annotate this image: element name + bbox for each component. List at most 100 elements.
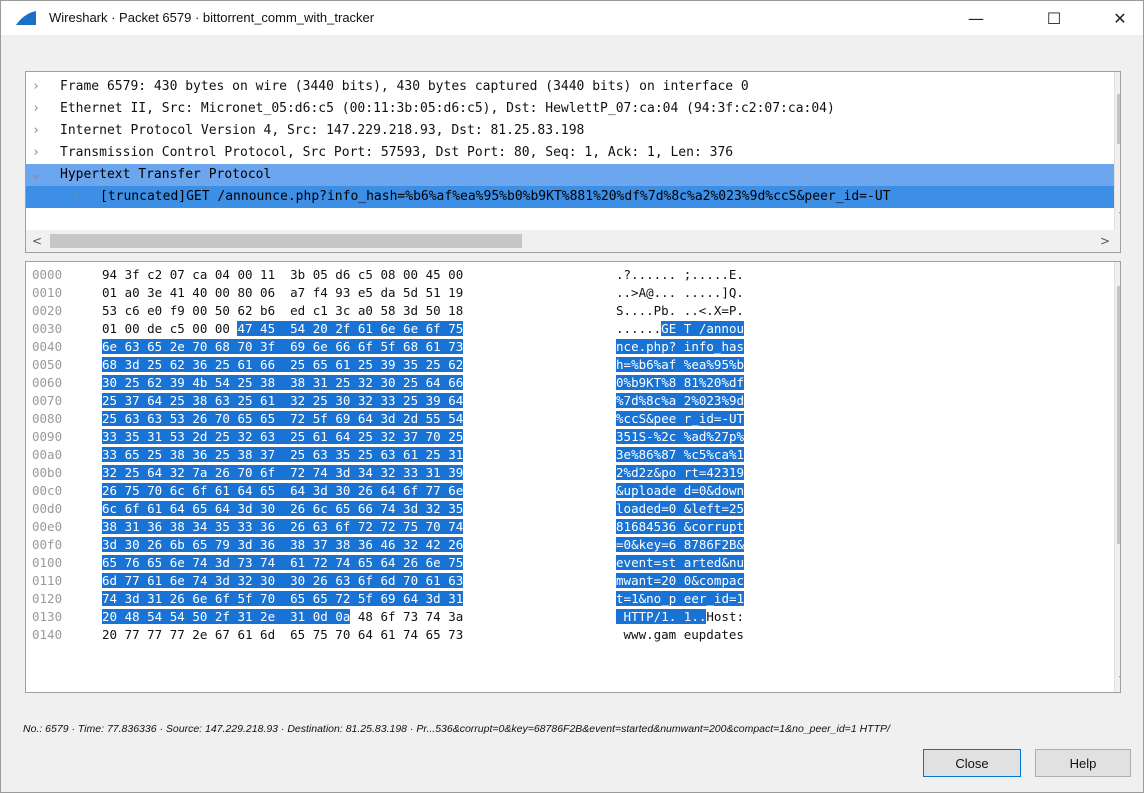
hex-offset: 0130: [32, 609, 63, 624]
hex-bytes[interactable]: 20 77 77 77 2e 67 61 6d 65 75 70 64 61 7…: [102, 626, 463, 643]
title-bar: Wireshark · Packet 6579 · bittorrent_com…: [1, 1, 1143, 35]
hex-offset: 0090: [32, 429, 63, 444]
hex-offset: 00a0: [32, 447, 63, 462]
chevron-right-icon[interactable]: ›: [30, 98, 42, 120]
hex-bytes[interactable]: 32 25 64 32 7a 26 70 6f 72 74 3d 34 32 3…: [102, 464, 464, 481]
hex-bytes[interactable]: 65 76 65 6e 74 3d 73 74 61 72 74 65 64 2…: [102, 554, 464, 571]
hex-bytes[interactable]: 74 3d 31 26 6e 6f 5f 70 65 65 72 5f 69 6…: [102, 590, 464, 607]
hex-bytes[interactable]: 6d 77 61 6e 74 3d 32 30 30 26 63 6f 6d 7…: [102, 572, 464, 589]
hex-ascii[interactable]: mwant=20 0&compac: [616, 572, 745, 589]
hex-ascii[interactable]: 81684536 &corrupt: [616, 518, 745, 535]
chevron-right-icon[interactable]: ›: [30, 120, 42, 142]
chevron-right-icon[interactable]: ›: [30, 76, 42, 98]
scroll-thumb[interactable]: [1117, 286, 1120, 544]
scroll-left-icon[interactable]: <: [32, 234, 42, 248]
hex-ascii[interactable]: event=st arted&nu: [616, 554, 745, 571]
hex-ascii[interactable]: 0%b9KT%8 81%20%df: [616, 374, 745, 391]
bytes-vertical-scrollbar[interactable]: ^ v: [1114, 262, 1120, 692]
hex-ascii[interactable]: loaded=0 &left=25: [616, 500, 745, 517]
tree-item-label: Frame 6579: 430 bytes on wire (3440 bits…: [60, 79, 749, 94]
hex-offset: 0080: [32, 411, 63, 426]
hex-ascii[interactable]: t=1&no_p eer_id=1: [616, 590, 745, 607]
scroll-up-icon[interactable]: ^: [1119, 266, 1120, 280]
hex-offset: 0110: [32, 573, 63, 588]
hex-ascii[interactable]: .?...... ;.....E.: [616, 266, 744, 283]
hex-ascii[interactable]: %7d%8c%a 2%023%9d: [616, 392, 745, 409]
tree-item-label: Transmission Control Protocol, Src Port:…: [60, 145, 734, 160]
tree-item-label: Ethernet II, Src: Micronet_05:d6:c5 (00:…: [60, 101, 835, 116]
wireshark-fin-icon: [16, 11, 36, 25]
close-window-button[interactable]: ✕: [1097, 1, 1143, 35]
hex-bytes[interactable]: 94 3f c2 07 ca 04 00 11 3b 05 d6 c5 08 0…: [102, 266, 463, 283]
tree-item[interactable]: › Ethernet II, Src: Micronet_05:d6:c5 (00…: [26, 98, 1114, 120]
scroll-thumb[interactable]: [50, 234, 522, 248]
hex-bytes[interactable]: 6c 6f 61 64 65 64 3d 30 26 6c 65 66 74 3…: [102, 500, 464, 517]
hex-offset: 00c0: [32, 483, 63, 498]
hex-ascii[interactable]: ......GE T /annou: [616, 320, 744, 337]
hex-ascii[interactable]: ..>A@... .....]Q.: [616, 284, 744, 301]
scroll-thumb[interactable]: [1117, 94, 1120, 144]
hex-offset: 0140: [32, 627, 63, 642]
tree-item[interactable]: › Frame 6579: 430 bytes on wire (3440 bit…: [26, 76, 1114, 98]
hex-bytes[interactable]: 53 c6 e0 f9 00 50 62 b6 ed c1 3c a0 58 3…: [102, 302, 463, 319]
chevron-right-icon[interactable]: ›: [30, 142, 42, 164]
hex-offset: 0070: [32, 393, 63, 408]
hex-bytes[interactable]: 26 75 70 6c 6f 61 64 65 64 3d 30 26 64 6…: [102, 482, 464, 499]
hex-ascii[interactable]: HTTP/1. 1..Host:: [616, 608, 744, 625]
hex-offset: 0030: [32, 321, 63, 336]
hex-bytes[interactable]: 01 00 de c5 00 00 47 45 54 20 2f 61 6e 6…: [102, 320, 464, 337]
packet-bytes-pane[interactable]: 0000 94 3f c2 07 ca 04 00 11 3b 05 d6 c5 …: [25, 261, 1121, 693]
packet-detail-tree[interactable]: › Frame 6579: 430 bytes on wire (3440 bit…: [25, 71, 1121, 253]
hex-bytes[interactable]: 33 65 25 38 36 25 38 37 25 63 35 25 63 6…: [102, 446, 464, 463]
hex-bytes[interactable]: 01 a0 3e 41 40 00 80 06 a7 f4 93 e5 da 5…: [102, 284, 463, 301]
hex-ascii[interactable]: www.gam eupdates: [616, 626, 744, 643]
tree-item[interactable]: › [truncated]GET /announce.php?info_hash=…: [26, 186, 1114, 208]
hex-ascii[interactable]: nce.php? info_has: [616, 338, 745, 355]
tree-item[interactable]: ⌄ Hypertext Transfer Protocol: [26, 164, 1114, 186]
hex-ascii[interactable]: S....Pb. ..<.X=P.: [616, 302, 744, 319]
hex-offset: 0100: [32, 555, 63, 570]
scroll-down-icon[interactable]: v: [1119, 208, 1120, 222]
hex-bytes[interactable]: 25 63 63 53 26 70 65 65 72 5f 69 64 3d 2…: [102, 410, 464, 427]
hex-bytes[interactable]: 38 31 36 38 34 35 33 36 26 63 6f 72 72 7…: [102, 518, 464, 535]
hex-bytes[interactable]: 3d 30 26 6b 65 79 3d 36 38 37 38 36 46 3…: [102, 536, 464, 553]
hex-offset: 0040: [32, 339, 63, 354]
close-button[interactable]: Close: [923, 749, 1021, 777]
packet-summary-status: No.: 6579 · Time: 77.836336 · Source: 14…: [23, 723, 890, 735]
hex-offset: 00e0: [32, 519, 63, 534]
hex-bytes[interactable]: 68 3d 25 62 36 25 61 66 25 65 61 25 39 3…: [102, 356, 464, 373]
tree-item[interactable]: › Internet Protocol Version 4, Src: 147.2…: [26, 120, 1114, 142]
hex-bytes[interactable]: 33 35 31 53 2d 25 32 63 25 61 64 25 32 3…: [102, 428, 464, 445]
tree-item-label: Hypertext Transfer Protocol: [60, 167, 272, 182]
scroll-right-icon[interactable]: >: [1100, 234, 1110, 248]
hex-offset: 0020: [32, 303, 63, 318]
hex-ascii[interactable]: 3e%86%87 %c5%ca%1: [616, 446, 745, 463]
minimize-button[interactable]: —: [953, 1, 999, 35]
hex-bytes[interactable]: 25 37 64 25 38 63 25 61 32 25 30 32 33 2…: [102, 392, 464, 409]
chevron-right-icon[interactable]: ›: [70, 186, 82, 208]
hex-ascii[interactable]: %ccS&pee r_id=-UT: [616, 410, 745, 427]
hex-offset: 0000: [32, 267, 63, 282]
maximize-button[interactable]: ☐: [1031, 1, 1077, 35]
hex-ascii[interactable]: &uploade d=0&down: [616, 482, 745, 499]
hex-offset: 0120: [32, 591, 63, 606]
hex-ascii[interactable]: h=%b6%af %ea%95%b: [616, 356, 745, 373]
hex-ascii[interactable]: 2%d2z&po rt=42319: [616, 464, 745, 481]
hex-bytes[interactable]: 6e 63 65 2e 70 68 70 3f 69 6e 66 6f 5f 6…: [102, 338, 464, 355]
hex-offset: 0010: [32, 285, 63, 300]
chevron-down-icon[interactable]: ⌄: [30, 164, 42, 186]
tree-item[interactable]: › Transmission Control Protocol, Src Port…: [26, 142, 1114, 164]
tree-item-label: [truncated]GET /announce.php?info_hash=%…: [100, 189, 891, 204]
tree-horizontal-scrollbar[interactable]: < >: [26, 230, 1120, 252]
hex-ascii[interactable]: 351S-%2c %ad%27p%: [616, 428, 745, 445]
hex-offset: 00d0: [32, 501, 63, 516]
help-button[interactable]: Help: [1035, 749, 1131, 777]
hex-bytes[interactable]: 30 25 62 39 4b 54 25 38 38 31 25 32 30 2…: [102, 374, 464, 391]
tree-vertical-scrollbar[interactable]: ^ v: [1114, 72, 1120, 230]
scroll-down-icon[interactable]: v: [1119, 672, 1120, 686]
scroll-up-icon[interactable]: ^: [1119, 74, 1120, 88]
hex-bytes[interactable]: 20 48 54 54 50 2f 31 2e 31 0d 0a 48 6f 7…: [102, 608, 463, 625]
tree-item-label: Internet Protocol Version 4, Src: 147.22…: [60, 123, 585, 138]
hex-ascii[interactable]: =0&key=6 8786F2B&: [616, 536, 745, 553]
hex-offset: 0050: [32, 357, 63, 372]
